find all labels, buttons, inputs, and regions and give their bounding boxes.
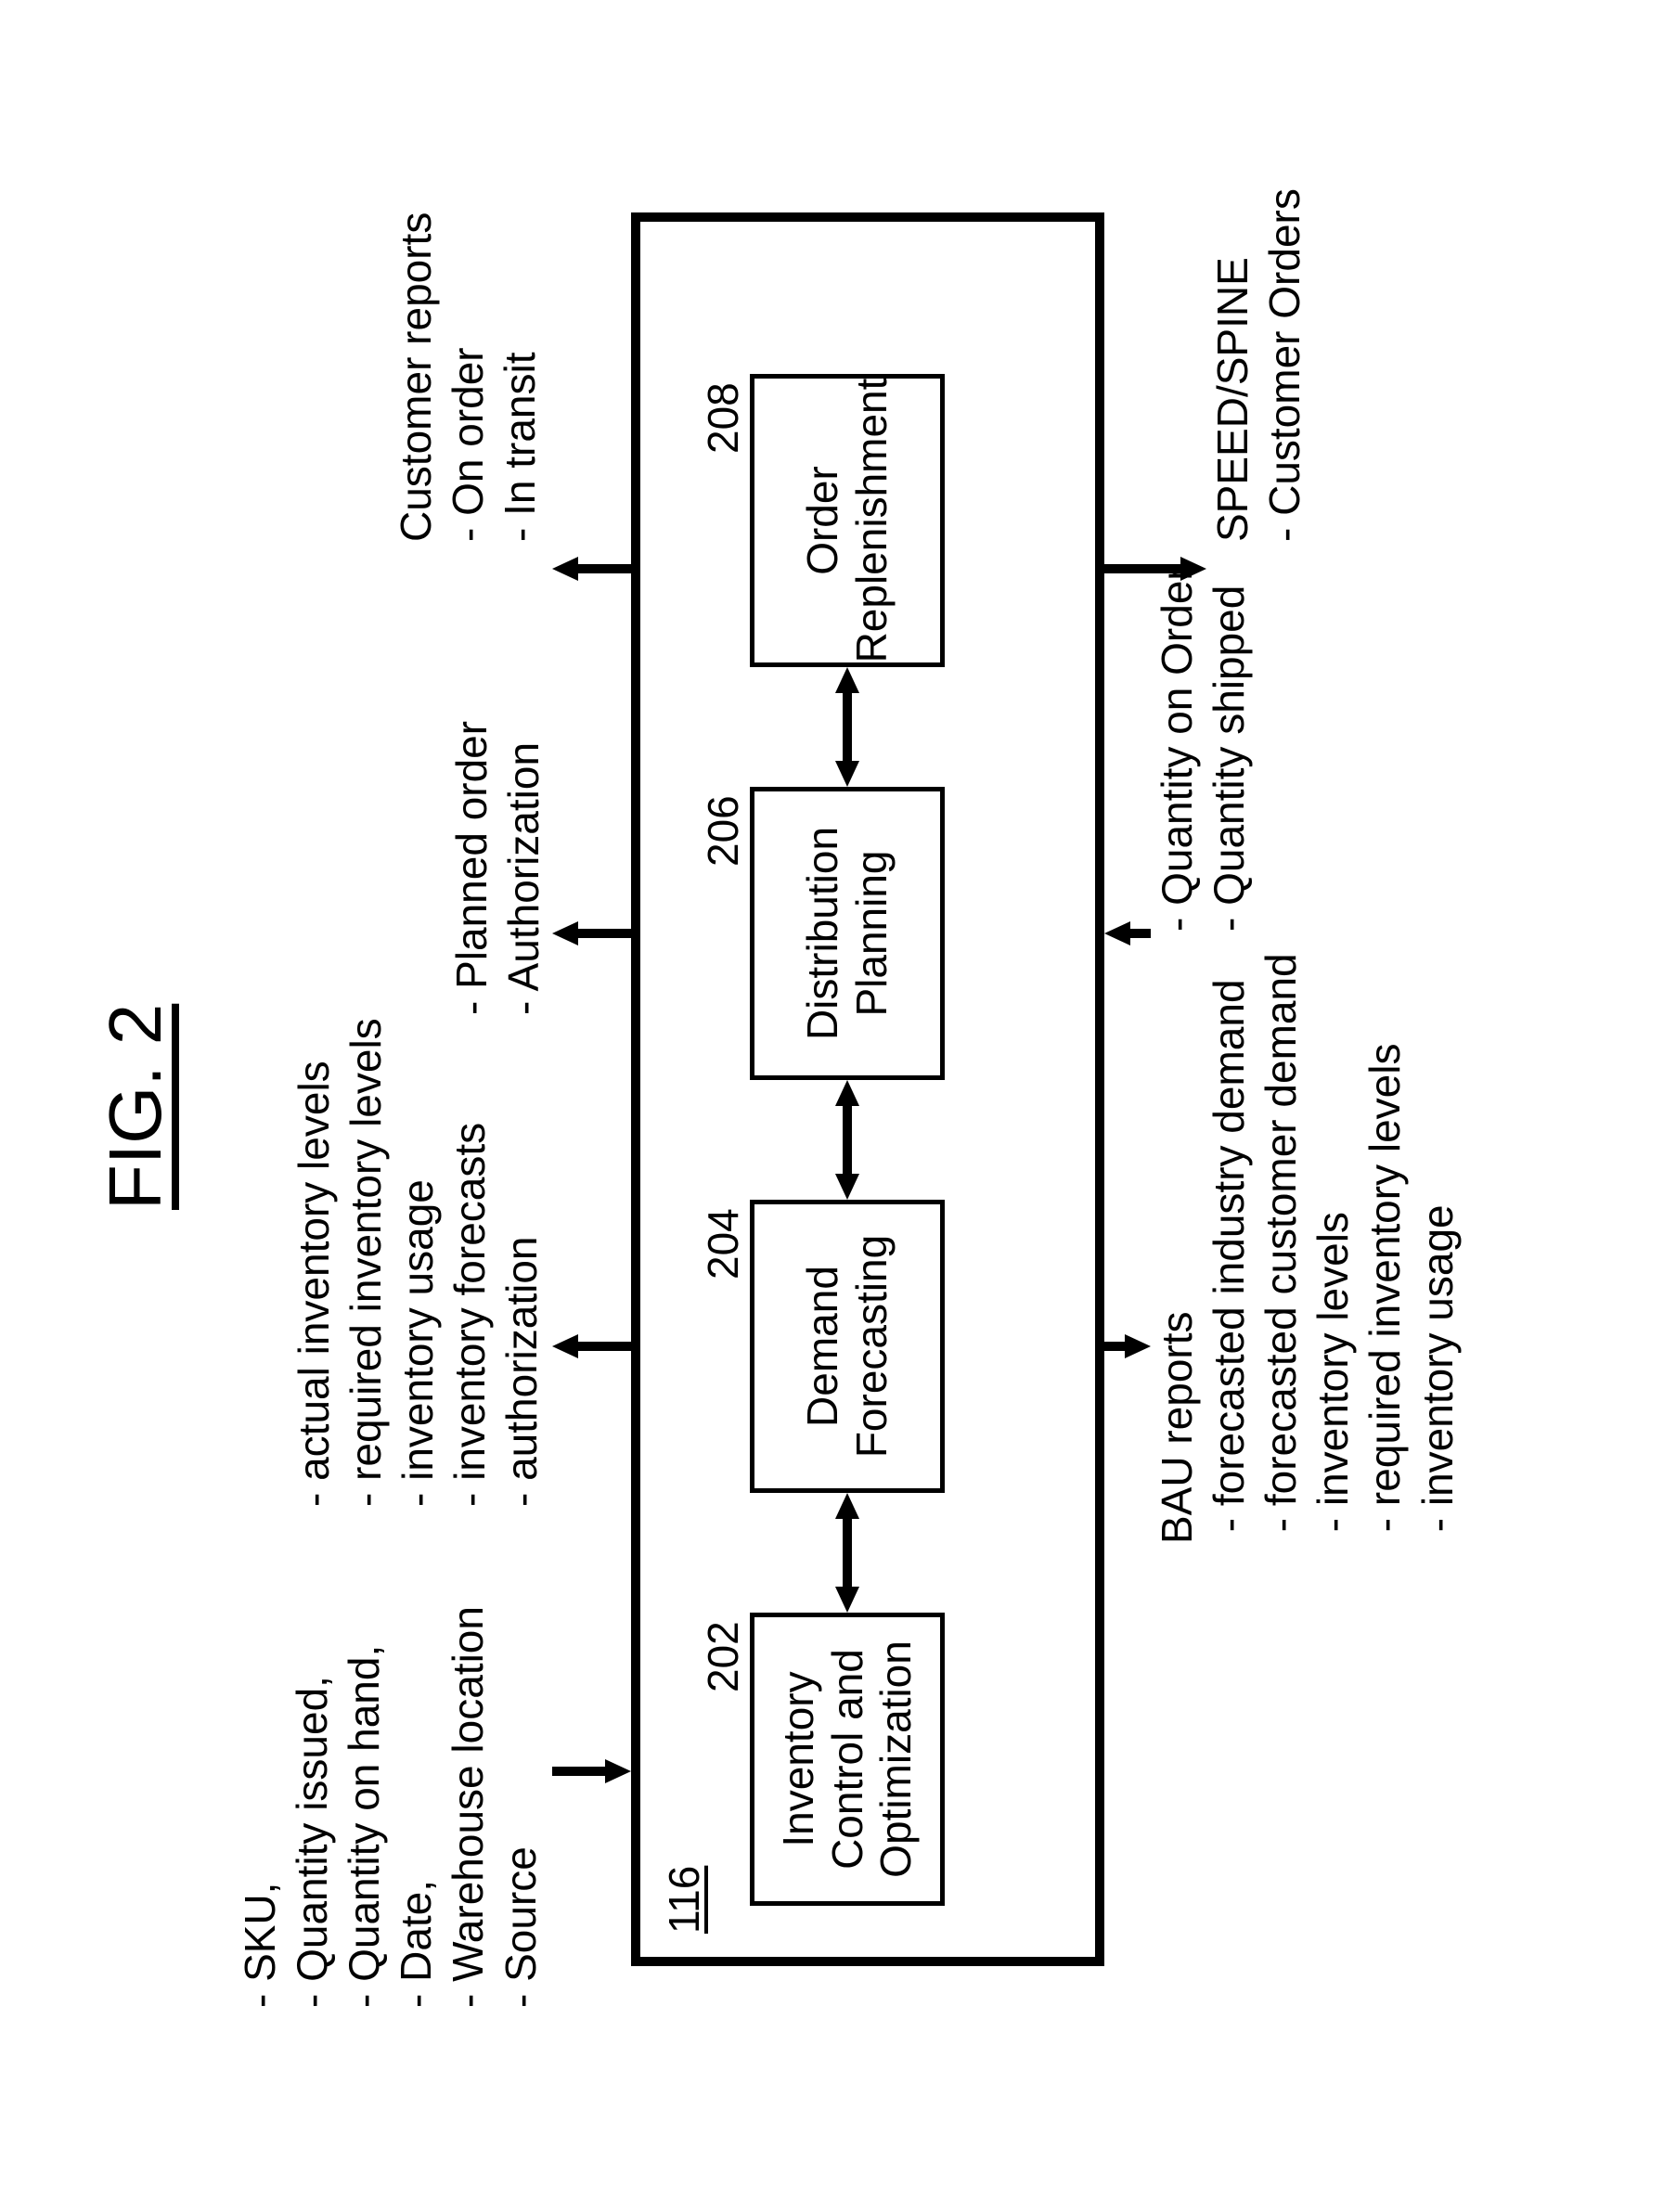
arrow-order-out-bottom [1104,555,1206,583]
diagram-canvas: FIG. 2 116 Inventory Control and Optimiz… [0,0,1676,2212]
arrow-demand-out-top [552,1332,631,1360]
module-inventory: Inventory Control and Optimization [750,1613,945,1906]
note-speed-spine: SPEED/SPINE - Customer Orders [1206,188,1310,542]
module-distribution-label: Distribution Planning [798,827,896,1040]
module-order: Order Replenishment [750,374,945,667]
arrow-dist-in-bottom [1104,920,1151,947]
arrow-dist-out-top [552,920,631,947]
arrow-demand-out-bottom [1104,1332,1151,1360]
arrow-sku-in [552,1757,631,1785]
module-demand: Demand Forecasting [750,1200,945,1493]
module-demand-ref: 204 [698,1208,748,1280]
note-bau-reports: BAU reports - forecasted industry demand… [1151,953,1463,1544]
note-qty-on-order: - Quantity on Order - Quantity shipped [1151,566,1255,932]
note-customer-reports: Customer reports - On order - In transit [390,212,546,542]
arrow-inv-demand [833,1493,861,1613]
system-ref-label: 116 [659,1866,709,1934]
module-inventory-label: Inventory Control and Optimization [774,1640,922,1878]
module-inventory-ref: 202 [698,1621,748,1692]
module-order-label: Order Replenishment [798,379,896,663]
module-order-ref: 208 [698,382,748,454]
note-inventory-levels: - actual inventory levels - required inv… [288,1018,548,1507]
arrow-demand-dist [833,1080,861,1200]
module-distribution: Distribution Planning [750,787,945,1080]
arrow-order-out-top [552,555,631,583]
module-distribution-ref: 206 [698,795,748,867]
note-sku: - SKU, - Quantity issued, - Quantity on … [234,1606,547,2008]
module-demand-label: Demand Forecasting [798,1235,896,1458]
note-planned-order: - Planned order - Authorization [445,721,549,1015]
arrow-dist-order [833,667,861,787]
figure-title: FIG. 2 [93,1004,178,1210]
